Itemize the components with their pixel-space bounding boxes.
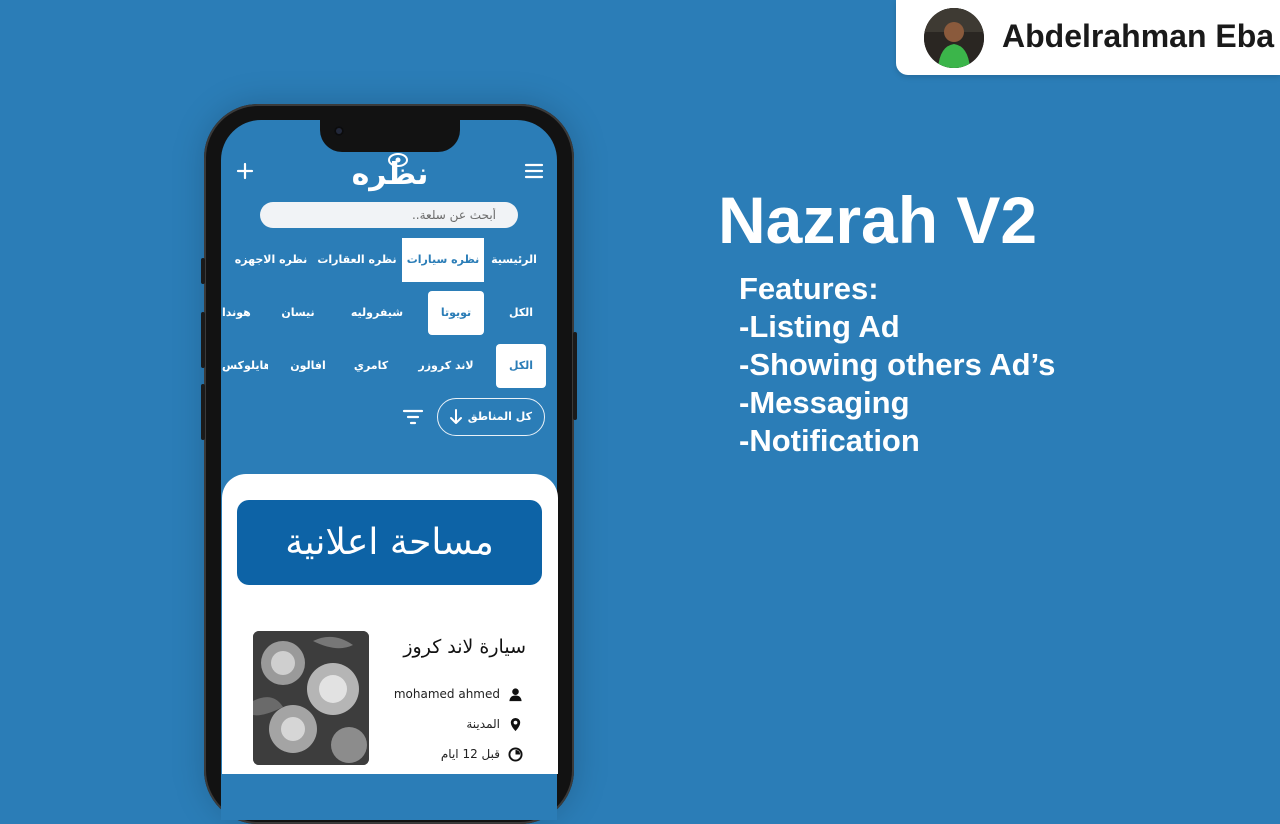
filter-icon[interactable] bbox=[402, 408, 424, 426]
brand-chip-all[interactable]: الكل bbox=[496, 291, 546, 335]
model-chip-hilux[interactable]: هايلوكس bbox=[222, 344, 268, 388]
listing-user: mohamed ahmed bbox=[393, 687, 500, 701]
listing-city: المدينة bbox=[466, 717, 500, 731]
region-button[interactable]: كل المناطق bbox=[437, 398, 545, 436]
author-name: Abdelrahman Eba bbox=[1002, 18, 1275, 54]
brand-chip-chevrolet[interactable]: شيفروليه bbox=[346, 291, 408, 335]
listing-title[interactable]: سيارة لاند كروز bbox=[403, 636, 526, 658]
model-chip-land-cruiser[interactable]: لاند كروزر bbox=[414, 344, 478, 388]
page-title: Nazrah V2 bbox=[718, 183, 1038, 257]
brand-chip-toyota[interactable]: تويوتا bbox=[428, 291, 484, 335]
phone-side-button bbox=[201, 312, 205, 368]
plus-icon[interactable] bbox=[236, 162, 254, 180]
tab-cars[interactable]: نظره سيارات bbox=[402, 238, 484, 282]
model-chip-all[interactable]: الكل bbox=[496, 344, 546, 388]
model-chip-camry[interactable]: كامري bbox=[348, 344, 394, 388]
feature-item: -Notification bbox=[739, 423, 920, 458]
phone-side-button bbox=[573, 332, 577, 420]
listing-image[interactable] bbox=[253, 631, 369, 765]
author-avatar bbox=[924, 8, 984, 68]
menu-icon[interactable] bbox=[524, 162, 544, 180]
app-logo: نظره bbox=[338, 150, 442, 192]
features-heading: Features: bbox=[739, 271, 879, 306]
features-list: Features: -Listing Ad -Showing others Ad… bbox=[739, 270, 1055, 460]
listing-time: قبل 12 ايام bbox=[440, 747, 500, 761]
ad-banner[interactable]: مساحة اعلانية bbox=[237, 500, 542, 585]
search-input[interactable] bbox=[260, 202, 518, 228]
camera-icon bbox=[334, 126, 344, 136]
listing-time-row: قبل 12 ايام bbox=[441, 744, 523, 764]
tab-real-estate[interactable]: نظره العقارات bbox=[316, 238, 398, 282]
tab-devices[interactable]: نظره الاجهزه bbox=[232, 238, 310, 282]
phone-side-button bbox=[201, 384, 205, 440]
arrow-down-icon bbox=[448, 408, 464, 426]
clock-icon bbox=[508, 746, 523, 762]
user-icon bbox=[509, 687, 522, 701]
feature-item: -Listing Ad bbox=[739, 309, 900, 344]
location-pin-icon bbox=[510, 717, 521, 731]
phone-side-button bbox=[201, 258, 205, 284]
brand-chip-nissan[interactable]: نيسان bbox=[276, 291, 320, 335]
feature-item: -Showing others Ad’s bbox=[739, 347, 1056, 382]
tab-home[interactable]: الرئيسية bbox=[486, 238, 542, 282]
listing-user-row: mohamed ahmed bbox=[394, 684, 523, 704]
brand-chip-honda[interactable]: هوندا bbox=[222, 291, 262, 335]
region-button-label: كل المناطق bbox=[467, 410, 532, 423]
listing-city-row: المدينة bbox=[466, 714, 523, 734]
model-chip-avalon[interactable]: افالون bbox=[286, 344, 330, 388]
feature-item: -Messaging bbox=[739, 385, 910, 420]
